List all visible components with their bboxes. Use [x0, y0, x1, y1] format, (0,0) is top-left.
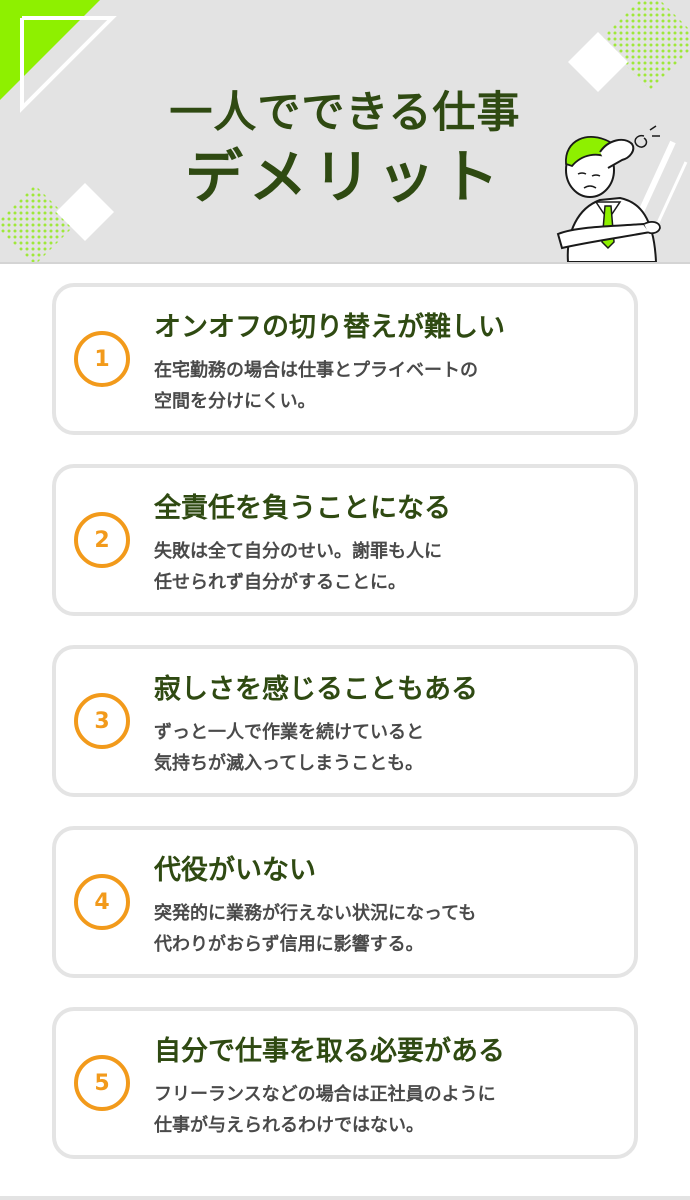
description-line: 失敗は全て自分のせい。謝罪も人に: [154, 541, 442, 562]
description-line: 突発的に業務が行えない状況になっても: [154, 903, 477, 924]
description-line: 仕事が与えられるわけではない。: [154, 1115, 424, 1136]
item-description: フリーランスなどの場合は正社員のように 仕事が与えられるわけではない。: [154, 1079, 496, 1141]
item-description: ずっと一人で作業を続けていると 気持ちが滅入ってしまうことも。: [154, 717, 424, 779]
description-line: 代わりがおらず信用に影響する。: [154, 934, 424, 955]
item-title: 寂しさを感じることもある: [154, 674, 478, 705]
list-item: 1 オンオフの切り替えが難しい 在宅勤務の場合は仕事とプライベートの 空間を分け…: [52, 283, 638, 435]
item-title: 全責任を負うことになる: [154, 493, 451, 524]
worried-businessman-illustration: [556, 125, 688, 262]
description-line: 在宅勤務の場合は仕事とプライベートの: [154, 360, 478, 381]
description-line: 任せられず自分がすることに。: [154, 572, 406, 593]
header-banner: 一人でできる仕事 デメリット: [0, 0, 690, 263]
list-item: 5 自分で仕事を取る必要がある フリーランスなどの場合は正社員のように 仕事が与…: [52, 1007, 638, 1159]
number-badge: 5: [74, 1055, 130, 1111]
list-item: 2 全責任を負うことになる 失敗は全て自分のせい。謝罪も人に 任せられず自分がす…: [52, 464, 638, 616]
list-item: 3 寂しさを感じることもある ずっと一人で作業を続けていると 気持ちが滅入ってし…: [52, 645, 638, 797]
number-badge: 1: [74, 331, 130, 387]
description-line: ずっと一人で作業を続けていると: [154, 722, 424, 743]
item-title: オンオフの切り替えが難しい: [154, 312, 505, 343]
item-description: 在宅勤務の場合は仕事とプライベートの 空間を分けにくい。: [154, 355, 478, 417]
page-title-line2: デメリット: [184, 143, 505, 211]
number-badge: 3: [74, 693, 130, 749]
description-line: フリーランスなどの場合は正社員のように: [154, 1084, 496, 1105]
number-badge: 4: [74, 874, 130, 930]
item-title: 代役がいない: [154, 855, 316, 886]
item-description: 突発的に業務が行えない状況になっても 代わりがおらず信用に影響する。: [154, 898, 476, 960]
green-dot-diamond-left: [0, 185, 75, 263]
description-line: 空間を分けにくい。: [154, 391, 316, 412]
number-badge: 2: [74, 512, 130, 568]
item-description: 失敗は全て自分のせい。謝罪も人に 任せられず自分がすることに。: [154, 536, 442, 598]
item-title: 自分で仕事を取る必要がある: [154, 1036, 505, 1067]
description-line: 気持ちが滅入ってしまうことも。: [154, 753, 424, 774]
list-item: 4 代役がいない 突発的に業務が行えない状況になっても 代わりがおらず信用に影響…: [52, 826, 638, 978]
footer-divider: [0, 1196, 690, 1200]
